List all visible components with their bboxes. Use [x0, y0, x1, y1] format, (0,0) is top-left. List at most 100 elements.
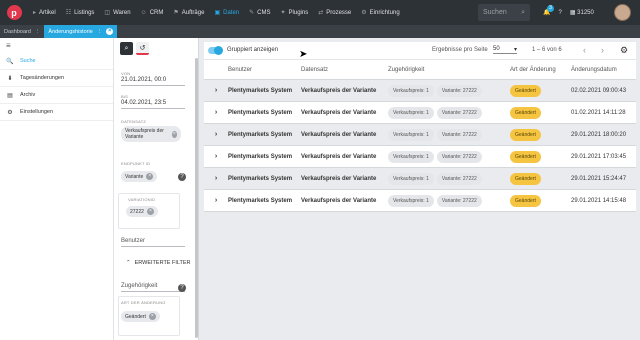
column-header-user[interactable]: Benutzer	[228, 67, 301, 73]
tab-menu-icon[interactable]: ⋮	[35, 29, 41, 35]
search-icon[interactable]: ⌕	[521, 9, 525, 17]
table-row[interactable]: › Plentymarkets System Verkaufspreis der…	[204, 124, 636, 146]
remove-chip-icon[interactable]: ×	[171, 130, 177, 138]
relation-chip: Variante: 27222	[436, 84, 482, 97]
column-header-relation[interactable]: Zugehörigkeit	[388, 67, 510, 73]
table-row[interactable]: › Plentymarkets System Verkaufspreis der…	[204, 168, 636, 190]
sidebar-item-3[interactable]: ⚙ Einstellungen	[0, 104, 113, 121]
cell-date: 29.01.2021 14:15:48	[571, 197, 627, 204]
cell-user: Plentymarkets System	[228, 197, 293, 204]
prev-page-icon[interactable]: ‹	[583, 45, 586, 55]
status-badge: Geändert	[510, 128, 541, 141]
expand-chevron-icon[interactable]: ›	[204, 87, 228, 94]
to-date-input[interactable]: 04.02.2021, 23:5	[121, 100, 185, 109]
nav-label: Listings	[74, 9, 95, 16]
user-avatar[interactable]	[614, 4, 631, 21]
nav-item-listings[interactable]: ☷ Listings	[61, 0, 100, 25]
change-type-label: ART DER ÄNDERUNG	[121, 300, 166, 305]
next-page-icon[interactable]: ›	[601, 45, 604, 55]
nav-label: Prozesse	[326, 9, 352, 16]
cell-date: 29.01.2021 17:03:45	[571, 153, 627, 160]
sidebar-menu-icon[interactable]: ≡	[0, 38, 113, 53]
tab-change-history[interactable]: Änderungshistorie ⋮ ×	[44, 25, 118, 38]
table-row[interactable]: › Plentymarkets System Verkaufspreis der…	[204, 102, 636, 124]
results-table: Benutzer Datensatz Zugehörigkeit Art der…	[204, 60, 636, 212]
sidebar-item-0[interactable]: 🔍 Suche	[0, 53, 113, 70]
variation-chip[interactable]: 27222 ×	[126, 206, 158, 217]
help-icon[interactable]: ?	[178, 173, 186, 181]
nav-item-cms[interactable]: ✎ CMS	[244, 0, 275, 25]
entity-chip[interactable]: Variante ×	[121, 171, 158, 182]
column-header-dataset[interactable]: Datensatz	[301, 67, 388, 73]
search-button[interactable]: ⌕	[120, 42, 133, 55]
nav-item-artikel[interactable]: ▸ Artikel	[28, 0, 61, 25]
filter-scrollbar[interactable]	[195, 58, 198, 338]
cell-relation: Verkaufspreis: 1 Variante: 27222	[388, 194, 510, 207]
cell-change-type: Geändert	[510, 194, 571, 207]
sidebar-item-2[interactable]: ▤ Archiv	[0, 87, 113, 104]
change-type-chip[interactable]: Geändert ×	[121, 311, 160, 322]
column-header-change-type[interactable]: Art der Änderung	[510, 67, 571, 73]
table-row[interactable]: › Plentymarkets System Verkaufspreis der…	[204, 146, 636, 168]
nav-icon: ▸	[33, 10, 37, 16]
nav-icon: ⚙	[361, 10, 367, 16]
reset-filter-button[interactable]: ↺	[136, 42, 149, 55]
expand-chevron-icon[interactable]: ›	[204, 131, 228, 138]
tab-menu-icon[interactable]: ⋮	[97, 29, 103, 35]
nav-label: Plugins	[288, 9, 309, 16]
account-id: 31250	[577, 10, 594, 16]
nav-item-prozesse[interactable]: ⇄ Prozesse	[313, 0, 356, 25]
relation-chip: Variante: 27222	[436, 194, 482, 207]
relation-chip: Verkaufspreis: 1	[388, 128, 434, 141]
help-icon[interactable]: ?	[178, 284, 186, 292]
chevron-up-icon: ⌃	[126, 260, 131, 266]
nav-item-daten[interactable]: ▣ Daten	[209, 0, 244, 25]
table-row[interactable]: › Plentymarkets System Verkaufspreis der…	[204, 190, 636, 212]
per-page-label: Ergebnisse pro Seite	[432, 47, 488, 53]
expand-chevron-icon[interactable]: ›	[204, 197, 228, 204]
per-page-select[interactable]: 50 ▾	[493, 46, 517, 54]
remove-chip-icon[interactable]: ×	[146, 208, 154, 215]
settings-gear-icon[interactable]: ⚙	[620, 45, 628, 56]
from-date-label: VON	[121, 71, 131, 76]
group-toggle[interactable]	[208, 46, 223, 55]
extended-filter-toggle[interactable]: ⌃ ERWEITERTE FILTER	[126, 260, 191, 266]
from-date-input[interactable]: 21.01.2021, 00:0	[121, 77, 185, 86]
nav-item-plugins[interactable]: ✦ Plugins	[276, 0, 314, 25]
cell-date: 29.01.2021 18:00:20	[571, 131, 627, 138]
sidebar: ≡ 🔍 Suche ⬇ Tagesänderungen ▤ Archiv ⚙ Einstell…	[0, 38, 114, 340]
nav-label: CRM	[149, 9, 164, 16]
topbar-actions: 🔔 3 ? ▦ 31250	[543, 0, 594, 25]
help-icon[interactable]: ?	[558, 10, 561, 16]
relation-chip: Variante: 27222	[436, 150, 482, 163]
relation-input[interactable]: Zugehörigkeit	[121, 283, 185, 292]
nav-icon: ☷	[65, 10, 72, 16]
tab-dashboard[interactable]: Dashboard ⋮	[0, 25, 44, 38]
expand-chevron-icon[interactable]: ›	[204, 153, 228, 160]
account-indicator[interactable]: ▦ 31250	[570, 9, 594, 16]
nav-label: Waren	[113, 9, 131, 16]
cell-change-type: Geändert	[510, 150, 571, 163]
relation-chip: Verkaufspreis: 1	[388, 172, 434, 185]
sidebar-icon: ⬇	[7, 75, 13, 82]
remove-chip-icon[interactable]: ×	[146, 173, 154, 180]
nav-label: Artikel	[39, 9, 56, 16]
notifications-bell-icon[interactable]: 🔔 3	[543, 5, 554, 16]
nav-item-einrichtung[interactable]: ⚙ Einrichtung	[356, 0, 404, 25]
sidebar-item-1[interactable]: ⬇ Tagesänderungen	[0, 70, 113, 87]
column-header-date[interactable]: Änderungsdatum	[571, 67, 636, 73]
nav-item-crm[interactable]: ☺ CRM	[136, 0, 169, 25]
search-placeholder: Suchen	[483, 9, 507, 16]
expand-chevron-icon[interactable]: ›	[204, 175, 228, 182]
remove-chip-icon[interactable]: ×	[148, 313, 156, 320]
table-row[interactable]: › Plentymarkets System Verkaufspreis der…	[204, 80, 636, 102]
dataset-chip[interactable]: Verkaufspreis der Variante ×	[121, 126, 181, 142]
nav-item-auftr-ge[interactable]: ⚑ Aufträge	[168, 0, 209, 25]
nav-icon: ▣	[214, 10, 221, 16]
expand-chevron-icon[interactable]: ›	[204, 109, 228, 116]
plentymarkets-logo[interactable]: p	[0, 0, 28, 25]
user-input[interactable]: Benutzer	[121, 238, 185, 247]
tab-close-icon[interactable]: ×	[106, 28, 114, 35]
nav-item-waren[interactable]: ◫ Waren	[99, 0, 135, 25]
global-search-input[interactable]: Suchen ⌕	[478, 4, 530, 21]
